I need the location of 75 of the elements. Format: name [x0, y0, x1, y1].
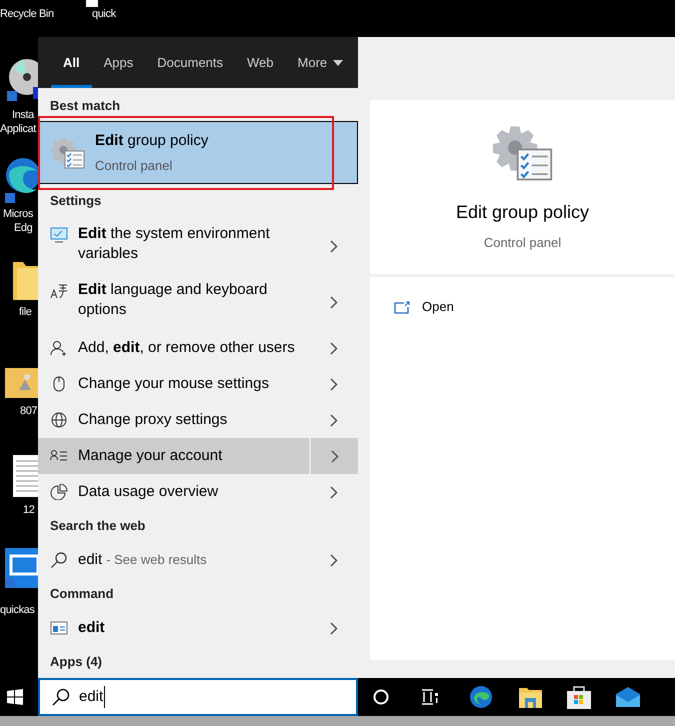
result-text: edit [78, 550, 102, 570]
chevron-right-icon [330, 378, 338, 390]
pie-chart-icon [50, 484, 68, 500]
result-hint: - See web results [106, 551, 207, 569]
result-item[interactable]: Edit the system environment variables [38, 218, 358, 274]
section-heading: Search the web [49, 517, 146, 536]
desktop-icon-label: Edg [14, 221, 34, 236]
circle-icon[interactable] [373, 689, 389, 705]
chevron-right-icon [330, 554, 338, 566]
result-item[interactable]: Change your mouse settings [38, 366, 358, 402]
preview-title: Edit group policy [456, 201, 590, 224]
chevron-right-icon [330, 486, 338, 498]
result-text: Edit the system environment variables [78, 224, 271, 264]
result-item[interactable]: Data usage overview [38, 474, 358, 510]
document-icon [13, 455, 38, 497]
windows-icon[interactable] [7, 689, 23, 705]
result-text: Add, edit, or remove other users [78, 338, 295, 358]
result-item[interactable]: edit [38, 610, 358, 646]
tab[interactable]: More [286, 37, 356, 88]
desktop-icon-label: quick [92, 7, 117, 22]
result-item[interactable]: edit - See web results [38, 542, 358, 578]
chevron-right-icon [330, 296, 338, 308]
search-field[interactable]: edit [38, 678, 358, 716]
desktop-icon-label: Recycle Bin [0, 7, 55, 22]
chevron-right-icon [330, 240, 338, 252]
policy-gear-icon [51, 136, 85, 170]
result-text: Data usage overview [78, 482, 218, 502]
tab[interactable]: Web [235, 37, 286, 88]
result-text: Change proxy settings [78, 410, 228, 430]
tab[interactable]: All [51, 37, 92, 88]
browser-icon [3, 155, 38, 203]
section-heading: Settings [49, 192, 102, 210]
desktop-icon-label: Micros [3, 207, 34, 222]
store-icon[interactable] [567, 684, 591, 709]
search-icon [50, 552, 68, 568]
desktop-icon-label: Applicat [0, 122, 38, 137]
chevron-right-icon [330, 450, 338, 462]
result-subtitle: Control panel [95, 157, 174, 175]
open-action[interactable]: Open [394, 291, 675, 323]
chevron-right-icon [330, 414, 338, 426]
search-text: edit [79, 686, 106, 708]
result-title: Edit group policy [95, 130, 208, 150]
chevron-right-icon [330, 622, 338, 634]
desktop-icon-label: quickas [0, 603, 36, 618]
monitor-icon [50, 227, 68, 243]
preview-subtitle: Control panel [484, 234, 562, 252]
best-match-item[interactable]: Edit group policy Control panel [38, 121, 358, 184]
folder-icon[interactable] [519, 686, 542, 708]
result-item[interactable]: Edit language and keyboard options [38, 274, 358, 330]
desktop-icon-label: 807 [20, 404, 38, 419]
language-icon [50, 283, 68, 299]
result-text: edit [78, 618, 105, 638]
desktop-icon-label: Insta [12, 108, 36, 123]
desktop-icon-label: 12 [23, 503, 36, 518]
desktop-icon-label: file [19, 305, 32, 320]
tab[interactable]: Apps [92, 37, 146, 88]
chevron-right-icon [330, 342, 338, 354]
section-heading: Apps (4) [49, 653, 103, 672]
result-item[interactable]: Add, edit, or remove other users [38, 330, 358, 366]
section-heading: Best match [49, 96, 122, 115]
mail-icon[interactable] [616, 687, 640, 707]
section-heading: Command [49, 585, 115, 604]
result-item[interactable]: Change proxy settings [38, 402, 358, 438]
result-text: Edit language and keyboard options [78, 280, 268, 320]
result-text: Manage your account [78, 446, 222, 466]
window-icon [50, 620, 68, 636]
result-text: Change your mouse settings [78, 374, 269, 394]
image-file-icon [5, 368, 38, 398]
task-view-icon[interactable] [421, 689, 439, 705]
browser-icon[interactable] [469, 685, 493, 709]
open-window-icon [394, 300, 410, 314]
search-icon [52, 688, 70, 706]
tab[interactable]: Documents [145, 37, 236, 88]
globe-icon [50, 412, 68, 428]
person-add-icon [50, 340, 68, 356]
